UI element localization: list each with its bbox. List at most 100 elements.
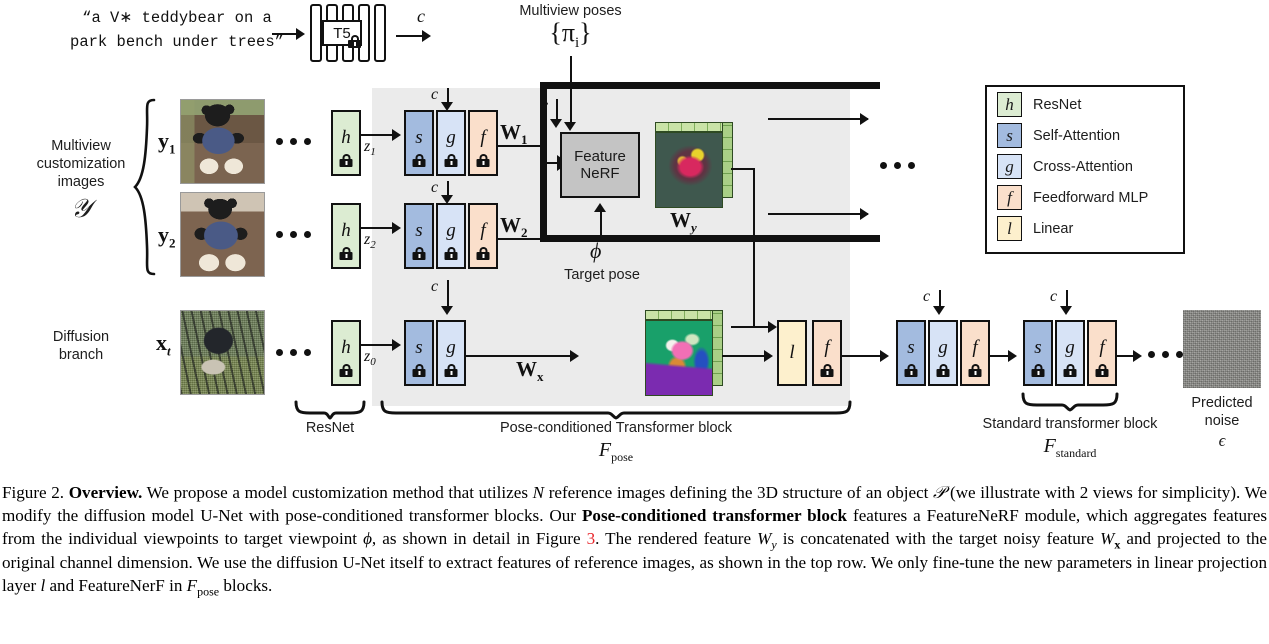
- noisy-input-image: [180, 310, 265, 395]
- arrow-std1-to-std2-head: [1008, 350, 1017, 362]
- input-y1-sub: 1: [169, 141, 176, 157]
- block-resnet-row1: h: [331, 110, 361, 176]
- collector-out-bottom-head: [860, 208, 869, 220]
- block-feedforward-std2-glyph: f: [1099, 337, 1105, 359]
- caption-symbol-phi: ϕ: [363, 528, 372, 548]
- legend-label-linear: Linear: [1033, 220, 1074, 237]
- cond-row3-head: [441, 306, 453, 315]
- legend-label-cross-attention: Cross-Attention: [1033, 158, 1133, 175]
- caption-text-6: . The rendered feature: [595, 528, 758, 548]
- block-self-attention-row2: s: [404, 203, 434, 269]
- arrow-z2-line: [361, 227, 395, 229]
- standard-block-symbol: Fstandard: [940, 435, 1200, 461]
- lock-icon-feedforward-row1: [476, 154, 490, 167]
- block-self-attention-row1: s: [404, 110, 434, 176]
- latent-z2-label: z2: [364, 231, 376, 251]
- block-linear: l: [777, 320, 807, 386]
- legend-glyph-linear: l: [1007, 218, 1012, 238]
- block-resnet-row3-glyph: h: [341, 337, 351, 359]
- block-feedforward-std1-glyph: f: [972, 337, 978, 359]
- caption-symbol-Wx: W: [1100, 528, 1115, 548]
- lock-icon-self-attention-std1: [904, 364, 918, 377]
- diffusion-label-line-1: Diffusion: [52, 329, 110, 345]
- caption-symbol-F-sub: pose: [197, 584, 220, 599]
- feature-nerf-line-2: NeRF: [580, 165, 620, 182]
- feature-wx-name: W: [516, 357, 537, 381]
- caption-symbol-Y: 𝒫: [933, 483, 946, 502]
- legend-row-cross-attention: g Cross-Attention: [997, 154, 1133, 179]
- standard-block-brace: [1021, 392, 1119, 412]
- cond-label-std2: c: [1050, 288, 1058, 305]
- legend-row-resnet: h ResNet: [997, 92, 1081, 117]
- arrow-prompt-to-t5-line: [272, 33, 298, 35]
- feature-cube-wy: [655, 122, 733, 208]
- target-pose-label: Target pose: [564, 267, 640, 283]
- caption-text-1: We propose a model customization method …: [142, 483, 533, 502]
- block-feedforward-row3: f: [812, 320, 842, 386]
- standard-block-symbol-F: F: [1043, 435, 1056, 457]
- reference-image-1: [180, 99, 265, 184]
- block-resnet-row3: h: [331, 320, 361, 386]
- predicted-noise-line-1: Predicted: [1191, 395, 1253, 411]
- row3-ellipsis: [276, 349, 311, 356]
- arrow-z0-head: [392, 339, 401, 351]
- block-self-attention-std1-glyph: s: [907, 337, 915, 359]
- arrow-z1-line: [361, 134, 395, 136]
- arrow-z1-head: [392, 129, 401, 141]
- caption-bold-2: Pose-conditioned transformer block: [581, 505, 848, 525]
- feature-nerf-line-1: Feature: [574, 147, 626, 165]
- caption-text-7: is concatenated with the target noisy fe…: [776, 528, 1101, 548]
- row2-ellipsis: [276, 231, 311, 238]
- input-xt-label: xt: [156, 330, 171, 359]
- block-feedforward-std2: f: [1087, 320, 1117, 386]
- lock-icon-cross-attention-std2: [1063, 364, 1077, 377]
- feature-cube-wy-side: [722, 122, 733, 198]
- arrow-wx-to-linear-line: [722, 355, 768, 357]
- input-xt-sub: t: [167, 343, 171, 359]
- upper-branch-ellipsis: [880, 162, 915, 169]
- legend-box: h ResNet s Self-Attention g Cross-Attent…: [985, 85, 1185, 254]
- feature-wx-sub: x: [537, 369, 544, 385]
- caption-figure-ref[interactable]: 3: [587, 529, 596, 548]
- feature-w1-name: W: [500, 120, 521, 144]
- legend-row-feedforward: f Feedforward MLP: [997, 185, 1148, 210]
- block-feedforward-row1: f: [468, 110, 498, 176]
- cond-std2-head: [1060, 306, 1072, 315]
- lock-icon-cross-attention-row1: [444, 154, 458, 167]
- block-feedforward-row2-glyph: f: [480, 220, 486, 242]
- figure-caption: Figure 2. Overview. We propose a model c…: [2, 482, 1267, 599]
- block-cross-attention-std2: g: [1055, 320, 1085, 386]
- resnet-brace: [294, 400, 366, 420]
- input-y2-name: y: [158, 222, 169, 247]
- target-pose-head: [594, 203, 606, 212]
- legend-swatch-feedforward: f: [997, 185, 1022, 210]
- block-cross-attention-row2: g: [436, 203, 466, 269]
- feature-w2-name: W: [500, 213, 521, 237]
- pose-block-symbol-F: F: [598, 439, 612, 461]
- poses-symbol-close: }: [579, 18, 592, 47]
- lock-icon-self-attention-row3: [412, 364, 426, 377]
- caption-text-5: , as shown in detail in Figure: [371, 528, 587, 548]
- arrow-std2-out-head: [1133, 350, 1142, 362]
- multiview-group-brace: [133, 98, 156, 276]
- caption-symbol-Wy: W: [757, 528, 772, 548]
- standard-block-symbol-sub: standard: [1055, 446, 1097, 460]
- standard-block-brace-label: Standard transformer block: [982, 416, 1158, 432]
- legend-label-resnet: ResNet: [1033, 96, 1082, 113]
- legend-row-linear: l Linear: [997, 216, 1073, 241]
- collector-out-top-line: [768, 118, 868, 120]
- arrow-z2-head: [392, 222, 401, 234]
- legend-label-self-attention: Self-Attention: [1033, 127, 1121, 144]
- wy-route-head: [768, 321, 777, 333]
- arrow-prompt-to-t5-head: [296, 28, 305, 40]
- lock-icon-resnet-row1: [339, 154, 353, 167]
- diffusion-label-line-2: branch: [58, 347, 104, 364]
- wx-head: [570, 350, 579, 362]
- caption-figure-number: Figure 2.: [2, 483, 65, 502]
- lock-icon-feedforward-row2: [476, 247, 490, 260]
- legend-glyph-resnet: h: [1005, 94, 1014, 114]
- lock-icon-cross-attention-std1: [936, 364, 950, 377]
- lock-icon-feedforward-std2: [1095, 364, 1109, 377]
- poses-symbol-open: {π: [549, 18, 575, 47]
- prompt-line-2: park bench under trees”: [70, 33, 284, 52]
